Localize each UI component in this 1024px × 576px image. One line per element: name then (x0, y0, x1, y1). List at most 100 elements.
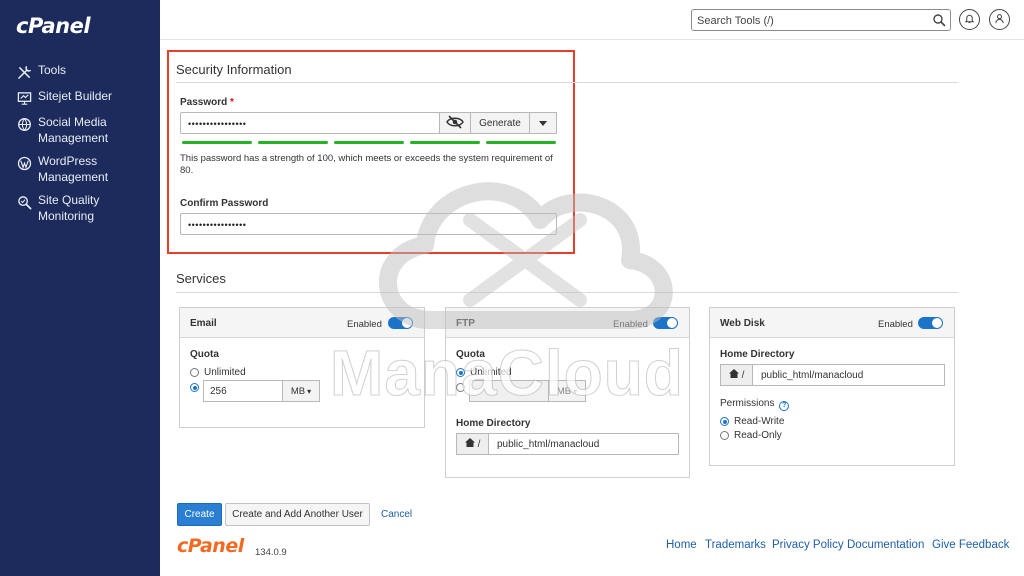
password-strength-text: This password has a strength of 100, whi… (180, 153, 553, 176)
monitor-icon (15, 89, 33, 107)
strength-meter-segment (410, 141, 480, 144)
quota-label: Quota (190, 349, 219, 360)
strength-meter-segment (182, 141, 252, 144)
sidebar-item-label: Site Quality Monitoring (38, 193, 100, 223)
tools-icon (15, 63, 33, 81)
sidebar-item-label: Tools (38, 63, 67, 77)
card-header: Web Disk Enabled (710, 308, 954, 338)
permissions-label: Permissions ? (720, 398, 790, 411)
cpanel-logo[interactable]: cPanel (16, 14, 91, 38)
user-menu-button[interactable] (989, 9, 1010, 30)
radio-button[interactable] (190, 368, 199, 377)
card-title: Web Disk (720, 318, 765, 329)
confirm-password-field[interactable]: •••••••••••••••• (180, 213, 557, 235)
footer-link-documentation[interactable]: Documentation (847, 539, 924, 551)
strength-meter-segment (486, 141, 556, 144)
ftp-service-card: FTP Enabled Quota Unlimited MB ▾ Home Dir… (445, 307, 690, 478)
footer-link-privacy-policy[interactable]: Privacy Policy (772, 539, 844, 551)
webdisk-home-directory-input[interactable]: public_html/manacloud (752, 364, 945, 386)
search-box[interactable] (691, 9, 951, 31)
webdisk-enabled-toggle[interactable] (918, 317, 943, 329)
ftp-home-directory-input[interactable]: public_html/manacloud (488, 433, 679, 455)
generate-password-button[interactable]: Generate (470, 112, 530, 134)
home-directory-prefix: / (456, 433, 489, 455)
toggle-password-visibility-button[interactable] (439, 112, 471, 134)
eye-slash-icon (446, 114, 464, 132)
sidebar-item-social-media[interactable]: Social Media Management (0, 114, 160, 146)
main-content: Security Information Password * ••••••••… (160, 41, 1024, 576)
strength-meter-segment (334, 141, 404, 144)
search-input[interactable] (697, 13, 927, 28)
card-title: Email (190, 318, 217, 329)
password-field[interactable]: •••••••••••••••• (180, 112, 440, 134)
wordpress-icon (15, 154, 33, 172)
radio-label: Read-Only (734, 430, 782, 441)
bell-icon (964, 13, 975, 27)
radio-label: Unlimited (204, 367, 246, 378)
email-service-card: Email Enabled Quota Unlimited 256 MB ▾ (179, 307, 425, 428)
ftp-enabled-toggle[interactable] (653, 317, 678, 329)
caret-down-icon: ▾ (573, 386, 578, 396)
quota-custom-radio[interactable] (190, 383, 199, 392)
magnifier-icon (15, 193, 33, 211)
home-directory-prefix: / (720, 364, 753, 386)
radio-button[interactable] (720, 431, 729, 440)
radio-button[interactable] (720, 417, 729, 426)
quota-unlimited-option[interactable]: Unlimited (456, 367, 512, 378)
sidebar-item-label: Social Media Management (38, 115, 109, 145)
help-icon[interactable]: ? (779, 401, 790, 411)
search-icon[interactable] (932, 13, 946, 27)
footer-link-trademarks[interactable]: Trademarks (705, 539, 766, 551)
caret-down-icon (539, 118, 547, 129)
radio-label: Unlimited (470, 367, 512, 378)
sidebar-item-site-quality[interactable]: Site Quality Monitoring (0, 192, 160, 224)
email-quota-unit-dropdown[interactable]: MB ▾ (282, 380, 320, 402)
user-icon (994, 13, 1005, 27)
quota-custom-radio[interactable] (456, 383, 465, 392)
sidebar: cPanel Tools Sitejet Builder Social Medi… (0, 0, 160, 576)
webdisk-service-card: Web Disk Enabled Home Directory / public… (709, 307, 955, 466)
password-label: Password * (180, 97, 234, 108)
card-header: Email Enabled (180, 308, 424, 338)
caret-down-icon: ▾ (307, 386, 312, 396)
notifications-button[interactable] (959, 9, 980, 30)
services-section-title: Services (176, 271, 226, 286)
required-marker: * (230, 97, 234, 108)
quota-unlimited-option[interactable]: Unlimited (190, 367, 246, 378)
strength-meter-segment (258, 141, 328, 144)
ftp-quota-unit-dropdown[interactable]: MB ▾ (548, 380, 586, 402)
create-and-add-another-button[interactable]: Create and Add Another User (225, 503, 370, 526)
quota-label: Quota (456, 349, 485, 360)
generate-options-dropdown[interactable] (529, 112, 557, 134)
home-directory-label: Home Directory (720, 349, 795, 360)
footer-link-home[interactable]: Home (666, 539, 697, 551)
divider (176, 292, 958, 293)
security-section-title: Security Information (176, 62, 292, 77)
create-button[interactable]: Create (177, 503, 222, 526)
cancel-link[interactable]: Cancel (381, 509, 412, 520)
home-icon (464, 438, 475, 450)
home-directory-label: Home Directory (456, 418, 531, 429)
sidebar-item-label: WordPress Management (38, 154, 109, 184)
sidebar-item-sitejet[interactable]: Sitejet Builder (0, 88, 160, 107)
ftp-quota-input[interactable] (469, 380, 549, 402)
confirm-password-label: Confirm Password (180, 198, 269, 209)
sidebar-item-tools[interactable]: Tools (0, 62, 160, 81)
enabled-label: Enabled (613, 319, 648, 330)
email-quota-input[interactable]: 256 (203, 380, 283, 402)
sidebar-item-wordpress[interactable]: WordPress Management (0, 153, 160, 185)
permission-read-write-option[interactable]: Read-Write (720, 416, 784, 427)
footer-link-give-feedback[interactable]: Give Feedback (932, 539, 1009, 551)
sidebar-item-label: Sitejet Builder (38, 89, 113, 103)
radio-button[interactable] (456, 368, 465, 377)
card-title: FTP (456, 318, 475, 329)
permission-read-only-option[interactable]: Read-Only (720, 430, 782, 441)
email-enabled-toggle[interactable] (388, 317, 413, 329)
top-bar (160, 0, 1024, 40)
radio-label: Read-Write (734, 416, 785, 427)
footer-cpanel-logo: cPanel (177, 535, 244, 557)
enabled-label: Enabled (878, 319, 913, 330)
globe-icon (15, 115, 33, 133)
enabled-label: Enabled (347, 319, 382, 330)
version-text: 134.0.9 (255, 547, 287, 558)
